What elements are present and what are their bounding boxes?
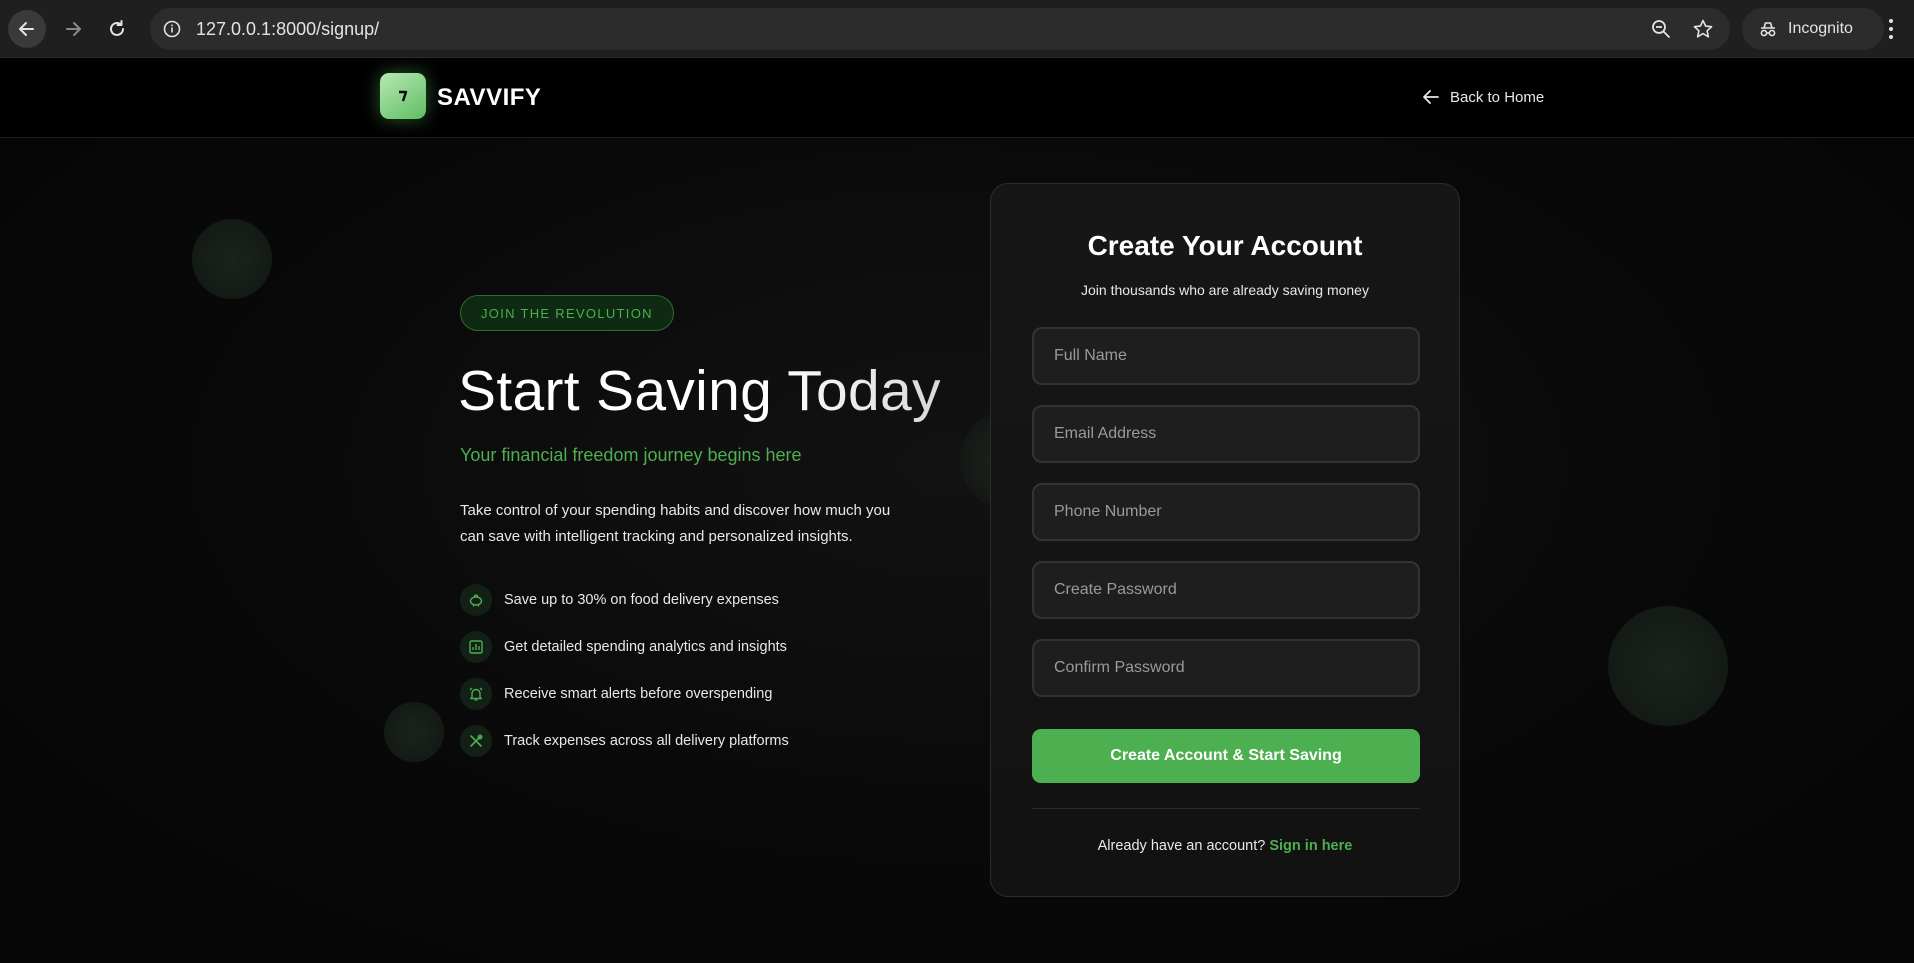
decorative-orb <box>192 219 272 299</box>
hero-subtitle: Your financial freedom journey begins he… <box>460 445 802 465</box>
confirm-password-input[interactable] <box>1032 639 1420 697</box>
signin-link[interactable]: Sign in here <box>1269 838 1352 854</box>
forward-button[interactable] <box>54 10 92 48</box>
feature-item: Receive smart alerts before overspending <box>460 678 789 710</box>
create-password-input[interactable] <box>1032 561 1420 619</box>
back-arrow-icon <box>19 22 34 36</box>
zoom-icon[interactable] <box>1650 18 1672 40</box>
form-divider <box>1032 808 1420 809</box>
form-subtitle: Join thousands who are already saving mo… <box>1081 282 1369 298</box>
feature-text: Get detailed spending analytics and insi… <box>504 639 787 655</box>
hero-title: Start Saving Today <box>458 359 941 423</box>
analytics-chart-icon <box>460 631 492 663</box>
back-button[interactable] <box>8 10 46 48</box>
utensils-icon <box>460 725 492 757</box>
email-input[interactable] <box>1032 405 1420 463</box>
piggy-bank-icon <box>460 584 492 616</box>
incognito-icon <box>1760 22 1776 37</box>
feature-text: Receive smart alerts before overspending <box>504 686 773 702</box>
site-info-icon[interactable] <box>162 19 182 39</box>
bookmark-star-icon[interactable] <box>1692 18 1714 40</box>
decorative-orb <box>384 702 444 762</box>
kebab-menu-icon[interactable] <box>1878 16 1904 42</box>
site-header: SAVVIFY Back to Home <box>0 58 1914 138</box>
feature-text: Track expenses across all delivery platf… <box>504 733 789 749</box>
incognito-label: Incognito <box>1788 20 1853 37</box>
feature-item: Track expenses across all delivery platf… <box>460 725 789 757</box>
url-text[interactable]: 127.0.0.1:8000/signup/ <box>196 19 379 40</box>
signup-page: SAVVIFY Back to Home JOIN THE REVOLUTION… <box>0 58 1914 963</box>
reload-icon <box>110 20 124 36</box>
full-name-input[interactable] <box>1032 327 1420 385</box>
incognito-badge[interactable]: Incognito <box>1742 8 1884 50</box>
revolution-badge: JOIN THE REVOLUTION <box>460 295 674 331</box>
brand-name[interactable]: SAVVIFY <box>437 84 541 112</box>
back-to-home-link[interactable]: Back to Home <box>1422 88 1544 106</box>
back-to-home-label: Back to Home <box>1450 88 1545 106</box>
arrow-left-icon <box>1423 90 1439 104</box>
phone-input[interactable] <box>1032 483 1420 541</box>
reload-button[interactable] <box>98 10 136 48</box>
create-account-button[interactable]: Create Account & Start Saving <box>1032 729 1420 783</box>
browser-toolbar: 127.0.0.1:8000/signup/ Incognito <box>0 0 1914 58</box>
signup-card: Create Your Account Join thousands who a… <box>990 183 1460 897</box>
signin-row: Already have an account? Sign in here <box>991 838 1459 854</box>
alarm-bell-icon <box>460 678 492 710</box>
logo[interactable] <box>380 73 426 119</box>
decorative-orb <box>1608 606 1728 726</box>
forward-arrow-icon <box>66 22 81 36</box>
address-bar[interactable]: 127.0.0.1:8000/signup/ <box>150 8 1730 50</box>
form-title: Create Your Account <box>1087 230 1363 261</box>
logo-mark-icon <box>399 90 408 102</box>
feature-text: Save up to 30% on food delivery expenses <box>504 592 779 608</box>
feature-item: Get detailed spending analytics and insi… <box>460 631 789 663</box>
signin-prompt: Already have an account? <box>1097 838 1270 854</box>
feature-item: Save up to 30% on food delivery expenses <box>460 584 789 616</box>
hero-description: Take control of your spending habits and… <box>460 502 891 545</box>
feature-list: Save up to 30% on food delivery expenses… <box>460 584 789 772</box>
